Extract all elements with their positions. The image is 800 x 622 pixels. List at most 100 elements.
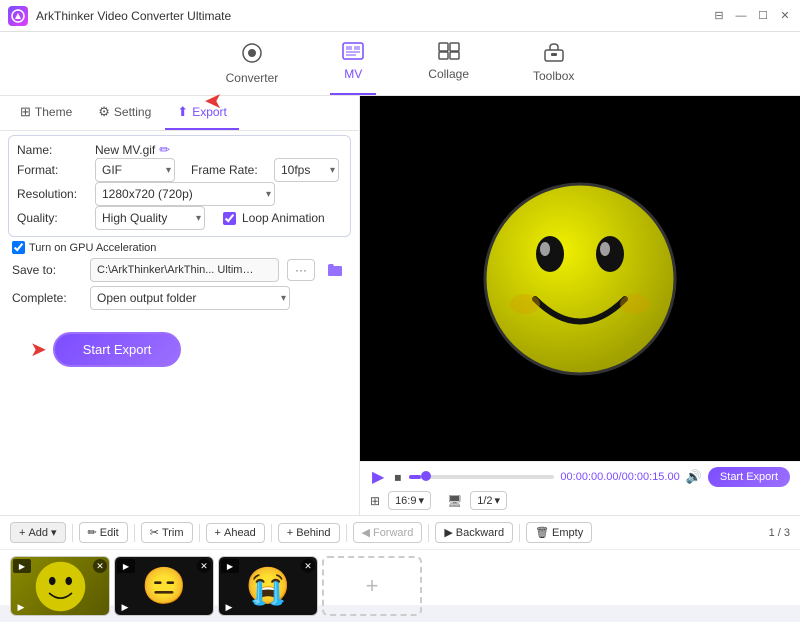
toolbar-separator-1	[72, 524, 73, 542]
gpu-label: Turn on GPU Acceleration	[29, 242, 156, 254]
volume-icon[interactable]: 🔊	[686, 469, 702, 485]
clip-1-close-button[interactable]: ✕	[93, 559, 107, 573]
progress-dot	[421, 471, 431, 481]
pagination-display: 1 / 3	[769, 527, 790, 539]
tab-export-label: Export	[192, 105, 227, 119]
clip-2-type-icon: ▶	[117, 559, 135, 573]
resolution-select-wrapper: 1280x720 (720p) ▾	[95, 182, 275, 206]
trim-button[interactable]: ✂ Trim	[141, 522, 193, 543]
format-label: Format:	[17, 163, 87, 177]
behind-button[interactable]: + Behind	[278, 523, 340, 543]
ratio-select[interactable]: 16:9 ▾	[388, 491, 431, 510]
right-panel: ▶ ⏹ 00:00:00.00/00:00:15.00 🔊 Start Expo…	[360, 96, 800, 515]
mv-icon	[342, 42, 364, 65]
loop-checkbox-row: Loop Animation	[223, 211, 325, 225]
empty-icon: 🗑	[535, 526, 549, 539]
resolution-select[interactable]: 1280x720 (720p)	[95, 182, 275, 206]
clip-2-play-icon: ▶	[117, 601, 133, 613]
time-total: 00:00:15.00	[622, 471, 680, 483]
app-title: ArkThinker Video Converter Ultimate	[36, 9, 712, 23]
time-display: 00:00:00.00/00:00:15.00	[560, 471, 679, 483]
loop-checkbox[interactable]	[223, 212, 236, 225]
collage-icon	[438, 42, 460, 65]
tab-setting-label: Setting	[114, 105, 151, 119]
clip-3-type-icon: ▶	[221, 559, 239, 573]
player-row-secondary: ⊞ 16:9 ▾ 🖥 1/2 ▾	[370, 491, 790, 510]
framerate-select-wrapper: 10fps ▾	[274, 158, 339, 182]
start-export-right-button[interactable]: Start Export	[708, 467, 790, 487]
tab-export[interactable]: ⬆ Export	[165, 96, 239, 130]
window-controls: ⊟ — ☐ ✕	[712, 9, 792, 23]
clip-1-type-icon: ▶	[13, 559, 31, 573]
close-button[interactable]: ✕	[778, 9, 792, 23]
clip-2-emoji: 😑	[142, 565, 187, 607]
start-export-button[interactable]: Start Export	[53, 332, 182, 367]
aspect-ratio-icon: ⊞	[370, 494, 380, 508]
save-path-text: C:\ArkThinker\ArkThin... Ultimate\MV Exp…	[97, 264, 257, 276]
progress-bar[interactable]	[409, 475, 554, 479]
clip-3-play-icon: ▶	[221, 601, 237, 613]
quality-label: Quality:	[17, 211, 87, 225]
format-select-wrapper: GIF ▾	[95, 158, 175, 182]
backward-icon: ▶	[444, 526, 452, 539]
nav-collage[interactable]: Collage	[416, 38, 481, 95]
tab-theme[interactable]: ⊞ Theme	[8, 96, 84, 130]
empty-button[interactable]: 🗑 Empty	[526, 522, 592, 543]
backward-label: Backward	[456, 527, 504, 539]
quality-select[interactable]: High Quality	[95, 206, 205, 230]
maximize-button[interactable]: ☐	[756, 9, 770, 23]
converter-icon	[241, 42, 263, 69]
gpu-checkbox[interactable]	[12, 241, 25, 254]
tab-setting[interactable]: ⚙ Setting	[86, 96, 163, 130]
add-button[interactable]: + Add ▾	[10, 522, 66, 543]
nav-collage-label: Collage	[428, 67, 469, 81]
clip-2-close-button[interactable]: ✕	[197, 559, 211, 573]
video-preview	[360, 96, 800, 461]
setting-tab-icon: ⚙	[98, 104, 110, 120]
resolution-row: Resolution: 1280x720 (720p) ▾	[17, 182, 342, 206]
edit-name-icon[interactable]: ✏	[159, 142, 170, 158]
smiley-svg	[480, 179, 680, 379]
minimize-button[interactable]: —	[734, 9, 748, 23]
export-section: ➤ Start Export	[0, 316, 359, 375]
folder-icon[interactable]	[323, 259, 347, 281]
stop-button[interactable]: ⏹	[392, 469, 403, 486]
top-navigation: Converter MV Collage	[0, 32, 800, 96]
ahead-label: Ahead	[224, 527, 256, 539]
nav-toolbox[interactable]: Toolbox	[521, 38, 586, 95]
nav-converter[interactable]: Converter	[214, 38, 291, 95]
clip-1[interactable]: ▶ ✕ ▶	[10, 556, 110, 616]
scale-select[interactable]: 1/2 ▾	[470, 491, 507, 510]
browse-dots-button[interactable]: ···	[287, 259, 315, 281]
complete-label: Complete:	[12, 291, 82, 305]
pagination: 1 / 3	[769, 527, 790, 539]
behind-icon: +	[287, 527, 293, 539]
complete-select[interactable]: Open output folder	[90, 286, 290, 310]
clip-1-play-icon: ▶	[13, 601, 29, 613]
format-select[interactable]: GIF	[95, 158, 175, 182]
backward-button[interactable]: ▶ Backward	[435, 522, 513, 543]
clip-3-emoji: 😭	[246, 565, 291, 607]
forward-button[interactable]: ◀ Forward	[353, 522, 423, 543]
ahead-icon: +	[215, 527, 221, 539]
arrow-pointing-icon: ➤	[30, 337, 47, 362]
quality-select-wrapper: High Quality ▾	[95, 206, 205, 230]
export-tab-icon: ⬆	[177, 104, 188, 120]
menu-icon[interactable]: ⊟	[712, 9, 726, 23]
toolbar-separator-4	[271, 524, 272, 542]
clip-3-close-button[interactable]: ✕	[301, 559, 315, 573]
ahead-button[interactable]: + Ahead	[206, 523, 265, 543]
app-logo	[8, 6, 28, 26]
play-button[interactable]: ▶	[370, 467, 386, 487]
framerate-select[interactable]: 10fps	[274, 158, 339, 182]
loop-label: Loop Animation	[242, 211, 325, 225]
clip-2[interactable]: 😑 ▶ ✕ ▶	[114, 556, 214, 616]
clip-3[interactable]: 😭 ▶ ✕ ▶	[218, 556, 318, 616]
nav-mv[interactable]: MV	[330, 38, 376, 95]
toolbar-separator-2	[134, 524, 135, 542]
edit-button[interactable]: ✏ Edit	[79, 522, 128, 543]
toolbar-separator-6	[428, 524, 429, 542]
add-clip-button[interactable]: +	[322, 556, 422, 616]
monitor-icon: 🖥	[447, 494, 462, 508]
titlebar: ArkThinker Video Converter Ultimate ⊟ — …	[0, 0, 800, 32]
